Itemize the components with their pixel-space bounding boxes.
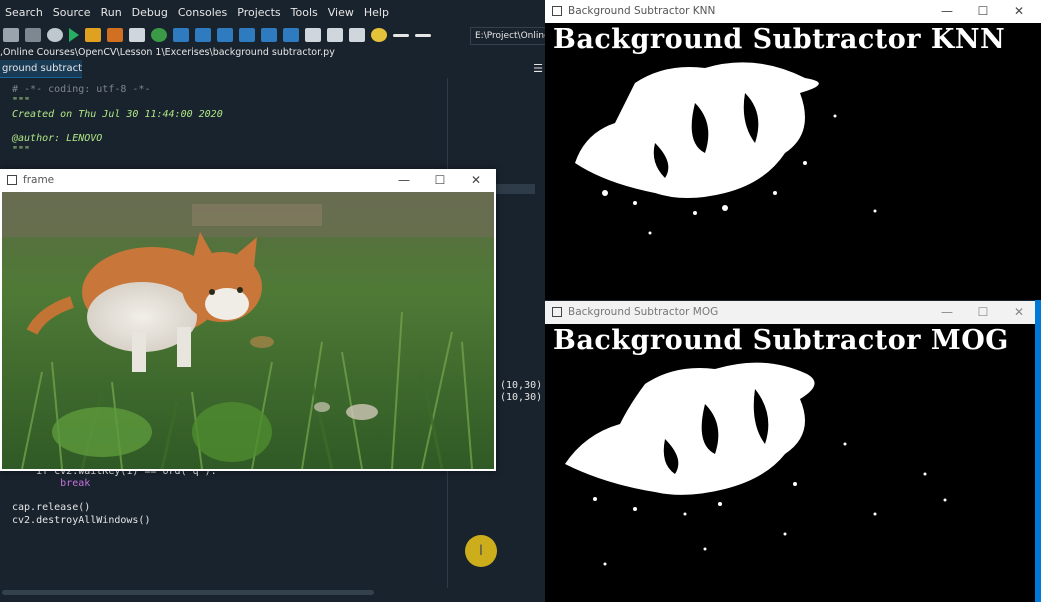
arrow-left-icon[interactable] [393, 33, 409, 37]
code-fragment: (10,30) [500, 392, 543, 403]
close-button[interactable]: ✕ [1001, 301, 1037, 323]
close-button[interactable]: ✕ [458, 169, 494, 191]
menu-search[interactable]: Search [0, 6, 48, 19]
menu-view[interactable]: View [323, 6, 359, 19]
stop-debug-icon[interactable] [283, 28, 299, 42]
maximize-button[interactable]: ☐ [965, 301, 1001, 323]
run-icon[interactable] [69, 28, 79, 42]
wrench-icon[interactable] [349, 28, 365, 42]
step-into-icon[interactable] [217, 28, 233, 42]
current-line-highlight [495, 184, 535, 194]
code-line: break [12, 478, 91, 489]
step-icon[interactable] [195, 28, 211, 42]
save-icon[interactable] [3, 28, 19, 42]
knn-titlebar[interactable]: Background Subtractor KNN — ☐ ✕ [545, 0, 1041, 23]
run-cell-advance-icon[interactable] [107, 28, 123, 42]
knn-mask-image: Background Subtractor KNN [545, 23, 1041, 300]
code-line: @author: LENOVO [12, 133, 103, 144]
frame-titlebar[interactable]: frame — ☐ ✕ [0, 169, 496, 191]
window-icon [7, 175, 17, 185]
video-frame-image [2, 192, 494, 469]
run-cell-icon[interactable] [85, 28, 101, 42]
python-icon[interactable] [371, 28, 387, 42]
rerun-icon[interactable] [151, 28, 167, 42]
debug-icon[interactable] [173, 28, 189, 42]
maximize-pane-icon[interactable] [305, 28, 321, 42]
window-icon [552, 307, 562, 317]
knn-window[interactable]: Background Subtractor KNN — ☐ ✕ Backgrou… [545, 0, 1041, 300]
menu-tools[interactable]: Tools [286, 6, 323, 19]
knn-overlay-title: Background Subtractor KNN [553, 24, 1006, 55]
menu-bar: Search Source Run Debug Consoles Project… [0, 0, 545, 24]
menu-projects[interactable]: Projects [232, 6, 285, 19]
file-path-label: ,Online Courses\OpenCV\Lesson 1\Excerise… [0, 47, 335, 58]
menu-source[interactable]: Source [48, 6, 96, 19]
hamburger-icon[interactable]: ☰ [532, 63, 544, 75]
menu-help[interactable]: Help [359, 6, 394, 19]
mog-titlebar[interactable]: Background Subtractor MOG — ☐ ✕ [545, 301, 1041, 324]
save-all-icon[interactable] [25, 28, 41, 42]
code-line: cv2.destroyAllWindows() [12, 515, 151, 526]
maximize-button[interactable]: ☐ [965, 0, 1001, 22]
code-fragment: (10,30) [500, 380, 543, 391]
code-line: cap.release() [12, 502, 91, 513]
run-selection-icon[interactable] [129, 28, 145, 42]
code-line: # -*- coding: utf-8 -*- [12, 84, 151, 95]
fullscreen-icon[interactable] [327, 28, 343, 42]
menu-consoles[interactable]: Consoles [173, 6, 232, 19]
menu-run[interactable]: Run [96, 6, 127, 19]
scrollbar-thumb[interactable] [2, 590, 374, 595]
step-return-icon[interactable] [239, 28, 255, 42]
code-line: Created on Thu Jul 30 11:44:00 2020 [12, 109, 223, 120]
mog-window[interactable]: Background Subtractor MOG — ☐ ✕ Backgrou… [545, 301, 1041, 602]
code-line: """ [12, 145, 31, 156]
text-cursor-icon: I [478, 543, 484, 559]
window-title: Background Subtractor MOG [568, 306, 719, 318]
minimize-button[interactable]: — [929, 301, 965, 323]
minimize-button[interactable]: — [386, 169, 422, 191]
continue-icon[interactable] [261, 28, 277, 42]
minimize-button[interactable]: — [929, 0, 965, 22]
editor-tab[interactable]: ground subtractor.py [0, 60, 82, 79]
mouse-cursor-highlight: I [465, 535, 497, 567]
working-directory-input[interactable]: E:\Project\Online Co [470, 27, 545, 45]
window-edge [1035, 300, 1041, 602]
at-icon[interactable] [47, 28, 63, 42]
window-title: Background Subtractor KNN [568, 5, 716, 17]
frame-window[interactable]: frame — ☐ ✕ [0, 169, 496, 471]
mog-overlay-title: Background Subtractor MOG [553, 325, 1009, 356]
window-icon [552, 6, 562, 16]
arrow-right-icon[interactable] [415, 33, 431, 37]
window-title: frame [23, 174, 55, 186]
maximize-button[interactable]: ☐ [422, 169, 458, 191]
toolbar [0, 24, 545, 46]
code-line: """ [12, 96, 31, 107]
menu-debug[interactable]: Debug [127, 6, 173, 19]
close-button[interactable]: ✕ [1001, 0, 1037, 22]
mog-mask-image: Background Subtractor MOG [545, 324, 1041, 602]
